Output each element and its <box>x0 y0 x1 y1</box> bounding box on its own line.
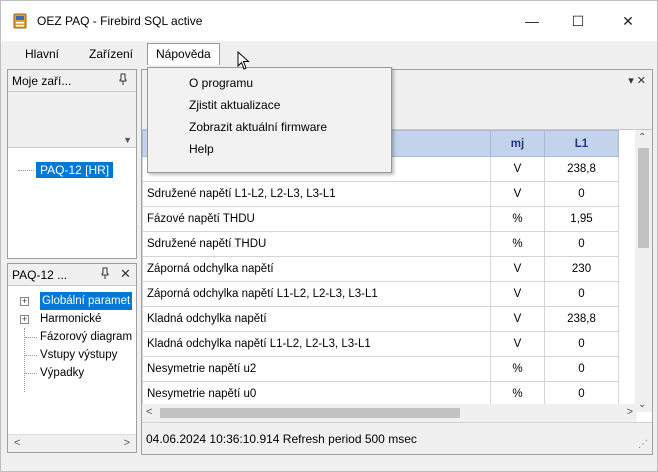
tree-item-label: Výpadky <box>40 367 85 379</box>
expand-icon[interactable]: + <box>20 315 29 324</box>
window-title: OEZ PAQ - Firebird SQL active <box>37 14 203 28</box>
close-panel-icon[interactable]: ✕ <box>120 266 131 282</box>
device-tree-item[interactable]: PAQ-12 [HR] <box>18 162 118 178</box>
scroll-down-icon[interactable]: ⌄ <box>638 399 646 410</box>
status-text: 04.06.2024 10:36:10.914 Refresh period 5… <box>146 432 417 446</box>
devices-panel-title: Moje zaří... <box>12 74 72 88</box>
cell-name: Fázové napětí THDU <box>142 206 491 232</box>
tree-item-label: Vstupy výstupy <box>40 349 118 361</box>
minimize-button[interactable]: — <box>509 1 555 41</box>
scrollbar-thumb[interactable] <box>160 408 460 418</box>
cell-name: Sdružené napětí L1-L2, L2-L3, L3-L1 <box>142 181 491 207</box>
tree-connector <box>25 337 37 338</box>
cell-value: 1,95 <box>544 206 619 232</box>
mouse-cursor-icon <box>237 51 250 70</box>
cell-unit: V <box>490 156 545 182</box>
app-window: OEZ PAQ - Firebird SQL active — ☐ ✕ Hlav… <box>0 0 658 472</box>
tree-connector <box>25 355 37 356</box>
devices-panel-header: Moje zaří... <box>8 70 136 92</box>
scroll-up-icon[interactable]: ⌃ <box>638 132 646 143</box>
cell-unit: V <box>490 256 545 282</box>
menu-bar: Hlavní Zařízení Nápověda <box>1 41 657 65</box>
menu-zarizeni[interactable]: Zařízení <box>81 45 141 63</box>
cell-value: 0 <box>544 381 619 407</box>
cell-name: Záporná odchylka napětí L1-L2, L2-L3, L3… <box>142 281 491 307</box>
column-header-l1[interactable]: L1 <box>544 130 619 157</box>
cell-value: 238,8 <box>544 306 619 332</box>
napoveda-dropdown: O programu Zjistit aktualizace Zobrazit … <box>147 67 392 173</box>
cell-unit: V <box>490 331 545 357</box>
cell-unit: % <box>490 356 545 382</box>
cell-name: Kladná odchylka napětí L1-L2, L2-L3, L3-… <box>142 331 491 357</box>
table-row[interactable]: Kladná odchylka napětí L1-L2, L2-L3, L3-… <box>142 331 619 357</box>
table-row[interactable]: Záporná odchylka napětí V 230 <box>142 256 619 282</box>
table-row[interactable]: Sdružené napětí THDU % 0 <box>142 231 619 257</box>
resize-grip-icon[interactable]: ⋰ <box>638 439 648 450</box>
table-vertical-scrollbar[interactable]: ⌃ ⌄ <box>635 130 652 412</box>
cell-name: Záporná odchylka napětí <box>142 256 491 282</box>
expand-icon[interactable]: + <box>20 297 29 306</box>
cell-value: 230 <box>544 256 619 282</box>
scroll-down-icon[interactable]: ▼ <box>123 135 132 145</box>
tree-connector <box>18 170 34 171</box>
cell-name: Nesymetrie napětí u2 <box>142 356 491 382</box>
tree-connector <box>25 373 37 374</box>
navigation-tree: + Globální paramet + Harmonické Fázorový… <box>8 288 136 428</box>
cell-value: 0 <box>544 331 619 357</box>
cell-unit: V <box>490 281 545 307</box>
scrollbar-thumb[interactable] <box>638 148 649 248</box>
cell-value: 0 <box>544 231 619 257</box>
tree-item-label: Globální paramet <box>40 292 133 310</box>
pin-icon[interactable] <box>100 267 110 282</box>
window-bottom-bar <box>1 459 657 471</box>
tree-horizontal-scrollbar[interactable]: < > <box>8 434 136 452</box>
table-row[interactable]: Fázové napětí THDU % 1,95 <box>142 206 619 232</box>
table-row[interactable]: Kladná odchylka napětí V 238,8 <box>142 306 619 332</box>
scroll-right-icon[interactable]: > <box>627 406 633 418</box>
scroll-right-icon[interactable]: > <box>124 437 130 449</box>
navigation-panel-title: PAQ-12 ... <box>12 268 68 282</box>
menu-item-help[interactable]: Help <box>148 138 391 160</box>
cell-value: 0 <box>544 356 619 382</box>
cell-value: 0 <box>544 181 619 207</box>
navigation-panel: PAQ-12 ... ✕ + Globální paramet + Harmon… <box>7 263 137 453</box>
title-bar: OEZ PAQ - Firebird SQL active — ☐ ✕ <box>1 1 657 41</box>
navigation-panel-header: PAQ-12 ... ✕ <box>8 264 136 286</box>
table-horizontal-scrollbar[interactable]: < > <box>142 404 637 422</box>
cell-unit: V <box>490 306 545 332</box>
devices-panel: Moje zaří... ▼ PAQ-12 [HR] <box>7 69 137 259</box>
menu-hlavni[interactable]: Hlavní <box>17 45 67 63</box>
cell-name: Nesymetrie napětí u0 <box>142 381 491 407</box>
menu-item-o-programu[interactable]: O programu <box>148 72 391 94</box>
status-bar: 04.06.2024 10:36:10.914 Refresh period 5… <box>142 422 652 454</box>
table-row[interactable]: Sdružené napětí L1-L2, L2-L3, L3-L1 V 0 <box>142 181 619 207</box>
menu-item-zobrazit-firmware[interactable]: Zobrazit aktuální firmware <box>148 116 391 138</box>
pin-icon[interactable] <box>118 73 128 88</box>
tree-item-label: Fázorový diagram <box>40 331 133 343</box>
cell-unit: % <box>490 231 545 257</box>
cell-value: 238,8 <box>544 156 619 182</box>
tree-item-label: Harmonické <box>40 313 102 325</box>
cell-name: Sdružené napětí THDU <box>142 231 491 257</box>
scroll-left-icon[interactable]: < <box>14 437 20 449</box>
panel-menu-close-icons[interactable]: ▾ ✕ <box>628 74 646 87</box>
table-row[interactable]: Nesymetrie napětí u0 % 0 <box>142 381 619 407</box>
maximize-button[interactable]: ☐ <box>555 1 601 41</box>
menu-napoveda[interactable]: Nápověda <box>147 43 220 65</box>
device-label: PAQ-12 [HR] <box>36 162 114 178</box>
cell-value: 0 <box>544 281 619 307</box>
devices-toolbar: ▼ <box>8 92 136 148</box>
scroll-left-icon[interactable]: < <box>146 406 152 418</box>
cell-name: Kladná odchylka napětí <box>142 306 491 332</box>
table-row[interactable]: Záporná odchylka napětí L1-L2, L2-L3, L3… <box>142 281 619 307</box>
cell-unit: % <box>490 381 545 407</box>
cell-unit: V <box>490 181 545 207</box>
cell-unit: % <box>490 206 545 232</box>
column-header-mj[interactable]: mj <box>490 130 545 157</box>
app-icon <box>13 13 27 29</box>
table-row[interactable]: Nesymetrie napětí u2 % 0 <box>142 356 619 382</box>
close-button[interactable]: ✕ <box>605 1 651 41</box>
menu-item-zjistit-aktualizace[interactable]: Zjistit aktualizace <box>148 94 391 116</box>
